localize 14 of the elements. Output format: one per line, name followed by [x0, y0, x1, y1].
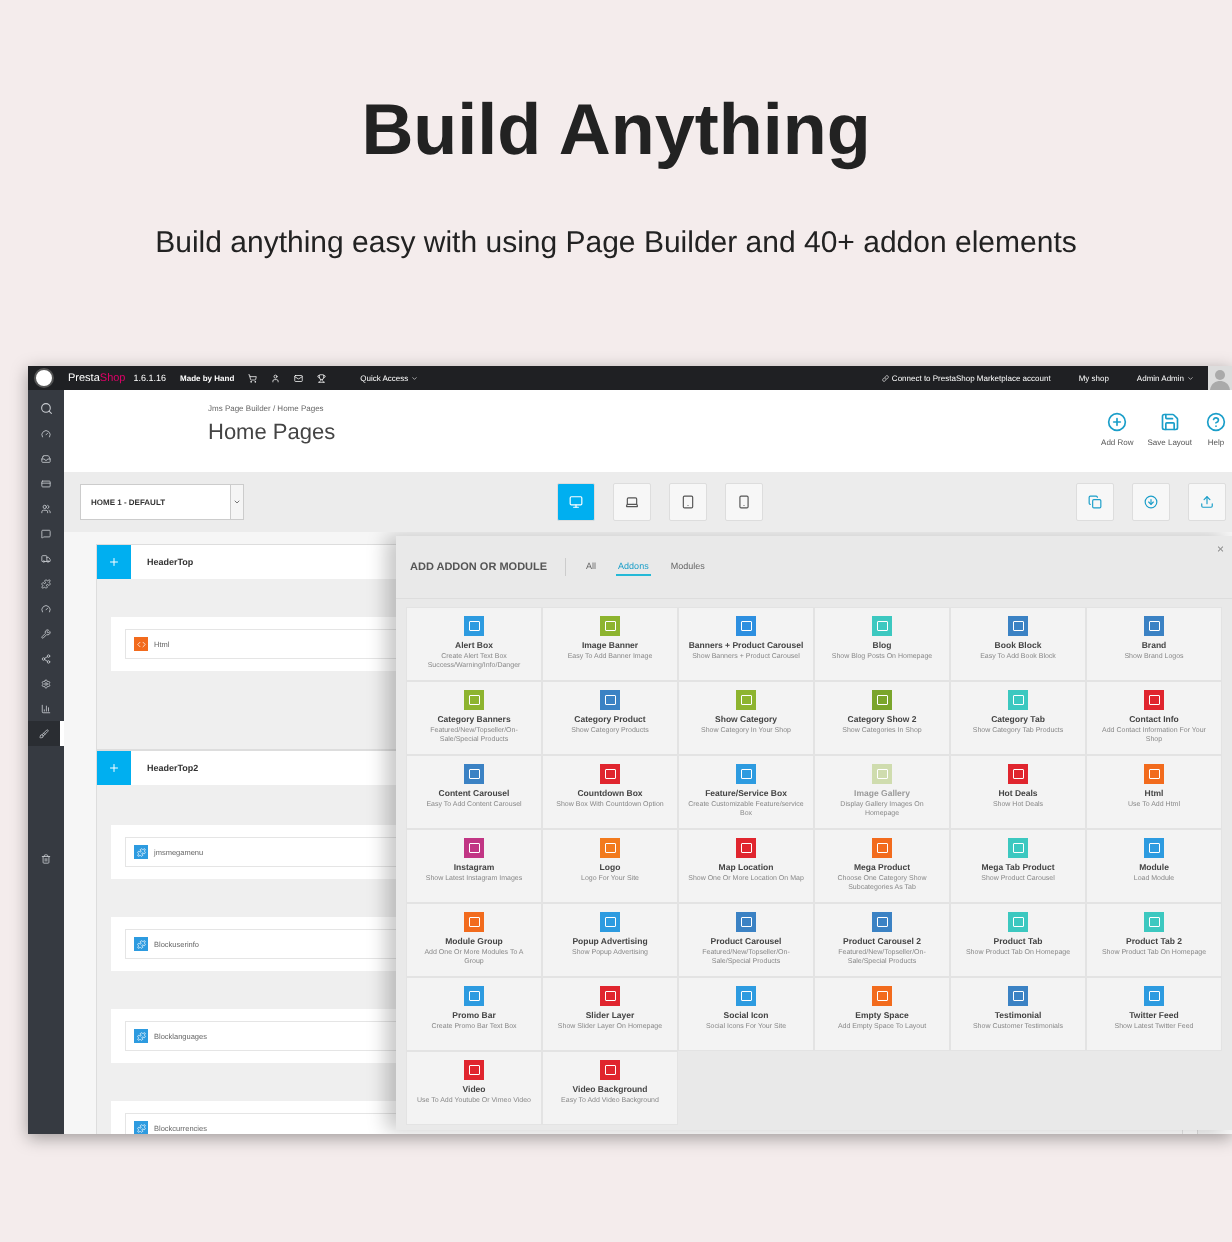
tool-button[interactable] — [1188, 483, 1226, 521]
page-heading: Build Anything — [361, 90, 871, 170]
logo-icon — [34, 368, 54, 388]
tool-button[interactable] — [1076, 483, 1114, 521]
page-title: Home Pages — [208, 419, 338, 445]
nav-item[interactable] — [28, 721, 64, 746]
device-button[interactable] — [669, 483, 707, 521]
page-subheading: Build anything easy with using Page Builder and 40+ addon elements — [155, 224, 1077, 264]
save-icon — [1159, 412, 1180, 432]
device-button[interactable] — [725, 483, 763, 521]
plus-circle-icon — [1107, 412, 1128, 432]
tool-button[interactable] — [1132, 483, 1170, 521]
help-icon — [1206, 412, 1226, 432]
device-button[interactable] — [613, 483, 651, 521]
